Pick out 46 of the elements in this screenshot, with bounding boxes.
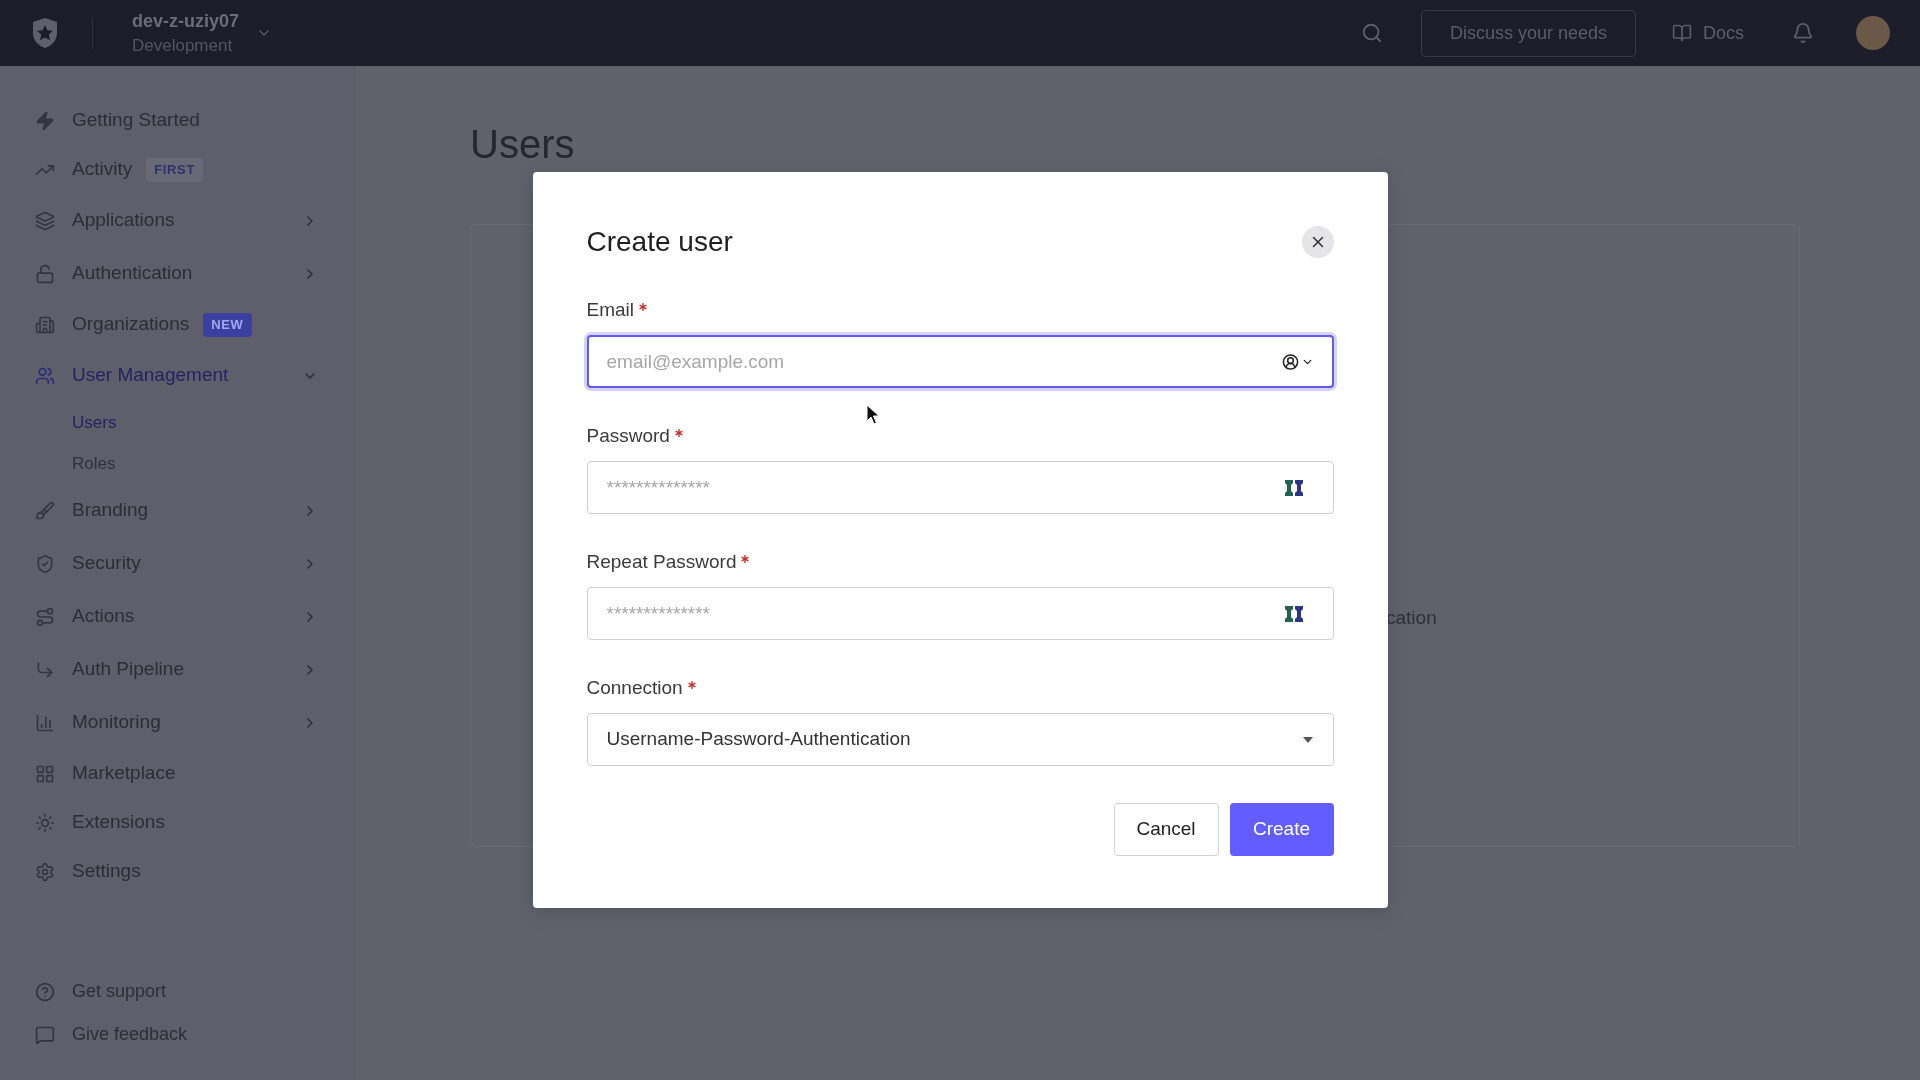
lightning-icon (35, 110, 55, 131)
sidebar-item[interactable]: User Management (0, 349, 354, 402)
help-circle-icon (35, 981, 55, 1002)
twin-ibeam-icon[interactable] (1283, 478, 1304, 497)
mouse-pointer-icon (866, 404, 880, 425)
bar-chart-icon (35, 712, 55, 733)
password-field[interactable]: ************** (586, 587, 1334, 640)
field-label: Email (586, 297, 634, 322)
caret-down-icon (1302, 736, 1313, 743)
email-field[interactable]: email@example.com (586, 335, 1334, 388)
twin-ibeam-icon[interactable] (1283, 604, 1304, 623)
layers-icon (35, 210, 55, 231)
tenant-name: dev-z-uziy07 (132, 10, 240, 33)
feature-badge: NEW (203, 312, 252, 337)
building-icon (35, 314, 55, 335)
grid-icon (35, 763, 55, 784)
feature-badge: FIRST (146, 157, 203, 182)
avatar[interactable] (1856, 16, 1890, 50)
shield-star-logo[interactable] (31, 17, 59, 49)
sun-icon (35, 812, 55, 833)
discuss-button[interactable]: Discuss your needs (1421, 9, 1636, 57)
close-button[interactable] (1301, 226, 1334, 258)
speech-bubble-icon (35, 1024, 55, 1045)
field-label: Connection (586, 675, 683, 700)
open-padlock-icon (35, 263, 55, 284)
tenant-switcher[interactable]: dev-z-uziy07 Development (132, 8, 273, 58)
settings-icon (35, 861, 55, 882)
user-circle-icon[interactable] (1281, 353, 1299, 370)
users-icon (35, 365, 55, 386)
bell-icon[interactable] (1792, 22, 1814, 44)
sidebar-subitem[interactable]: Users (0, 402, 354, 443)
field-label: Repeat Password (586, 549, 737, 574)
create-button[interactable]: Create (1229, 803, 1334, 856)
shield-check-icon (35, 553, 55, 574)
page-title: Users (470, 121, 576, 168)
cancel-button[interactable]: Cancel (1113, 803, 1219, 856)
field-label: Password (586, 423, 670, 448)
search-icon[interactable] (1361, 22, 1383, 44)
brush-icon (35, 500, 55, 521)
connection-select[interactable]: Username-Password-Authentication (586, 713, 1334, 766)
password-field[interactable]: ************** (586, 461, 1334, 514)
docs-link[interactable]: Docs (1672, 19, 1744, 47)
route-icon (35, 606, 55, 627)
book-icon (1672, 23, 1692, 43)
environment-label: Development (132, 35, 233, 57)
dialog-title: Create user (586, 226, 733, 258)
